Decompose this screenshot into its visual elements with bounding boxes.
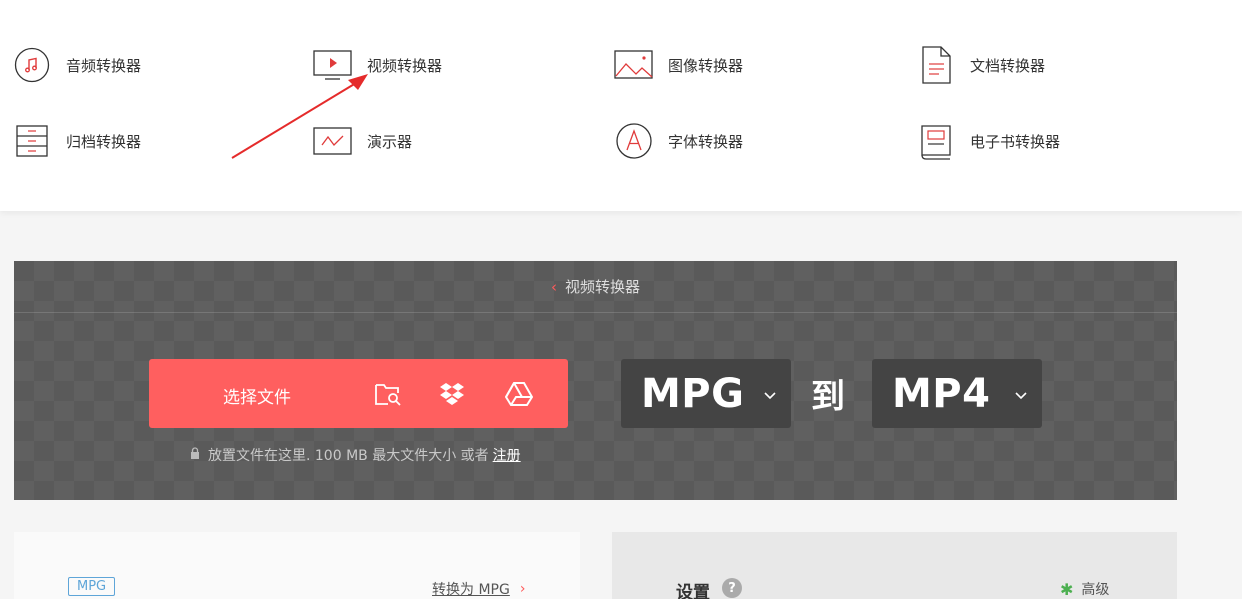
gear-icon: ✱ xyxy=(1060,580,1074,599)
menu-item-archive[interactable]: 归档转换器 xyxy=(12,121,141,161)
help-icon[interactable]: ? xyxy=(722,578,742,598)
breadcrumb-back-link[interactable]: ‹ 视频转换器 xyxy=(551,276,640,297)
menu-item-label: 电子书转换器 xyxy=(970,132,1061,151)
menu-item-label: 演示器 xyxy=(367,132,413,151)
menu-item-label: 视频转换器 xyxy=(367,56,443,75)
font-icon xyxy=(614,121,654,161)
source-format-value: MPG xyxy=(641,370,745,417)
image-icon xyxy=(614,45,654,85)
settings-title: 设置 xyxy=(676,583,710,599)
chevron-right-icon: › xyxy=(519,581,526,597)
chevron-left-icon: ‹ xyxy=(550,277,557,296)
advanced-settings-link[interactable]: ✱ 高级 xyxy=(1060,579,1109,599)
format-info-card: MPG 转换为 MPG › xyxy=(14,532,580,599)
document-icon xyxy=(916,45,956,85)
menu-item-audio[interactable]: 音频转换器 xyxy=(12,45,141,85)
folder-search-icon[interactable] xyxy=(371,377,405,411)
target-format-value: MP4 xyxy=(892,370,991,417)
menu-item-label: 字体转换器 xyxy=(668,132,744,151)
annotation-arrow xyxy=(231,74,368,159)
panel-header: ‹ 视频转换器 xyxy=(14,261,1177,313)
menu-item-label: 文档转换器 xyxy=(970,56,1046,75)
chevron-down-icon xyxy=(1014,386,1028,405)
dropbox-icon[interactable] xyxy=(435,377,469,411)
menu-item-font[interactable]: 字体转换器 xyxy=(614,121,743,161)
google-drive-icon[interactable] xyxy=(502,377,536,411)
upload-button-group: 选择文件 xyxy=(149,359,568,428)
convert-to-link[interactable]: 转换为 MPG › xyxy=(432,579,525,599)
advanced-label: 高级 xyxy=(1081,579,1109,599)
convert-to-label: 转换为 MPG xyxy=(432,582,510,598)
presentation-icon xyxy=(313,121,353,161)
register-link[interactable]: 注册 xyxy=(493,445,521,465)
music-note-icon xyxy=(12,45,52,85)
menu-item-video[interactable]: 视频转换器 xyxy=(313,45,442,85)
ebook-icon xyxy=(916,121,956,161)
chevron-down-icon xyxy=(763,386,777,405)
format-badge: MPG xyxy=(68,577,116,596)
converter-menu: 音频转换器 视频转换器 图像转换器 文档转换器 归档转换器 演示器 字体转换器 … xyxy=(0,0,1242,211)
choose-file-button[interactable]: 选择文件 xyxy=(223,383,291,408)
menu-item-label: 图像转换器 xyxy=(668,56,744,75)
menu-item-label: 音频转换器 xyxy=(66,56,142,75)
drop-text: 放置文件在这里. 100 MB 最大文件大小 或者 xyxy=(208,448,489,464)
menu-item-presentation[interactable]: 演示器 xyxy=(313,121,412,161)
target-format-select[interactable]: MP4 xyxy=(872,359,1042,428)
settings-card: 设置 ? ✱ 高级 xyxy=(612,532,1177,599)
breadcrumb-label: 视频转换器 xyxy=(564,278,640,296)
to-label: 到 xyxy=(811,377,845,417)
lock-icon xyxy=(190,447,200,463)
drop-zone-note: 放置文件在这里. 100 MB 最大文件大小 或者 注册 xyxy=(190,445,521,465)
video-play-icon xyxy=(313,45,353,85)
source-format-select[interactable]: MPG xyxy=(621,359,791,428)
menu-item-image[interactable]: 图像转换器 xyxy=(614,45,743,85)
menu-item-label: 归档转换器 xyxy=(66,132,142,151)
menu-item-ebook[interactable]: 电子书转换器 xyxy=(916,121,1060,161)
archive-icon xyxy=(12,121,52,161)
menu-item-document[interactable]: 文档转换器 xyxy=(916,45,1045,85)
converter-panel: ‹ 视频转换器 选择文件 放置文件在这里. 100 MB 最大文件大小 或者 注… xyxy=(14,261,1177,500)
